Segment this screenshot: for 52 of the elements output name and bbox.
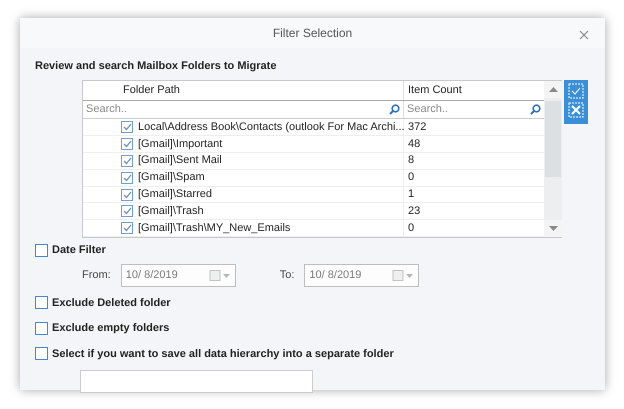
folder-path: [Gmail]\Important <box>138 136 222 152</box>
deselect-all-button[interactable] <box>568 102 584 118</box>
scroll-down-icon[interactable] <box>548 226 558 232</box>
column-header: Folder Path <box>83 81 404 100</box>
scroll-thumb[interactable] <box>545 101 561 178</box>
calendar-icon <box>208 270 231 281</box>
option-label: Select if you want to save all data hierarchy into a separate folder <box>52 346 394 362</box>
checkbox[interactable] <box>121 138 133 150</box>
checkbox[interactable] <box>35 347 48 360</box>
section-heading: Review and search Mailbox Folders to Migrate <box>35 60 276 72</box>
folder-path: Local\Address Book\Contacts (outlook For Mac Archi... <box>138 120 405 135</box>
item-count: 8 <box>408 153 414 168</box>
date-value: 10/ 8/2019 <box>309 268 362 283</box>
item-count: 48 <box>408 136 420 152</box>
search-icon <box>389 104 400 115</box>
folder-path: [Gmail]\Sent Mail <box>138 153 222 168</box>
folder-path: [Gmail]\Spam <box>138 170 205 186</box>
scrollbar[interactable] <box>544 81 562 238</box>
date-picker[interactable]: 10/ 8/2019 <box>120 264 236 287</box>
window-title: Filter Selection <box>272 25 352 42</box>
date-picker[interactable]: 10/ 8/2019 <box>304 264 420 287</box>
checkbox[interactable] <box>121 120 133 133</box>
checkbox[interactable] <box>121 188 133 200</box>
item-count: 372 <box>408 120 426 135</box>
date-label: From: <box>82 268 111 283</box>
scroll-up-icon[interactable] <box>548 87 558 92</box>
option-label: Exclude Deleted folder <box>52 296 171 311</box>
item-count: 1 <box>408 187 414 202</box>
checkbox[interactable] <box>35 296 48 310</box>
checkbox[interactable] <box>121 222 133 234</box>
search-field[interactable]: Search.. <box>407 101 528 118</box>
checkbox[interactable] <box>121 205 133 218</box>
date-value: 10/ 8/2019 <box>126 268 178 283</box>
item-count: 0 <box>408 221 414 236</box>
item-count: 0 <box>408 170 414 186</box>
search-field[interactable]: Search.. <box>86 101 369 118</box>
checkbox[interactable] <box>121 172 133 184</box>
option-label: Exclude empty folders <box>52 321 170 336</box>
checkbox[interactable] <box>35 322 48 335</box>
option-label: Date Filter <box>52 243 106 258</box>
folder-name-field[interactable] <box>80 370 313 394</box>
column-header: Item Count <box>407 83 463 98</box>
search-icon <box>530 104 541 115</box>
item-count: 23 <box>408 204 420 220</box>
folder-path: [Gmail]\Starred <box>138 187 212 202</box>
checkbox[interactable] <box>121 154 133 167</box>
folder-path: [Gmail]\Trash <box>138 204 204 220</box>
folder-path: [Gmail]\Trash\MY_New_Emails <box>138 221 290 236</box>
date-label: To: <box>280 268 294 283</box>
calendar-icon <box>392 270 414 281</box>
select-all-button[interactable] <box>568 83 584 99</box>
checkbox[interactable] <box>35 244 48 257</box>
